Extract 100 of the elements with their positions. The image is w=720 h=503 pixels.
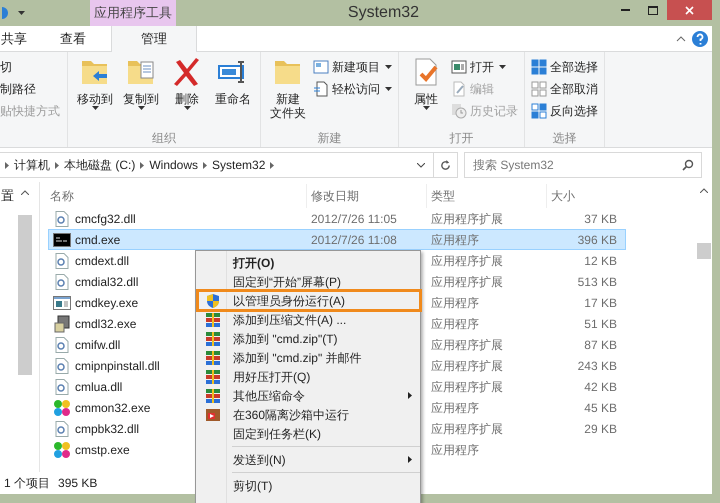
type-cell: 应用程序扩展 xyxy=(431,358,503,372)
breadcrumb[interactable]: System32 xyxy=(212,156,266,174)
shield-icon xyxy=(205,292,221,308)
menu-label: 添加到压缩文件(A) ... xyxy=(232,312,348,328)
ribbon-button[interactable]: 属性 xyxy=(405,56,447,129)
caret-icon xyxy=(499,65,506,69)
ribbon-command[interactable]: 制路径 xyxy=(0,80,67,98)
ribbon-command[interactable]: 反向选择 xyxy=(531,102,598,120)
file-name[interactable]: cmcfg32.dll xyxy=(75,210,136,228)
file-name[interactable]: cmdl32.exe xyxy=(75,314,136,332)
caret-icon xyxy=(18,11,25,15)
size-cell: 51 KB xyxy=(584,316,617,330)
menu-item[interactable]: 添加到压缩文件(A) ... xyxy=(198,310,420,329)
ribbon-tab[interactable]: 管理 xyxy=(111,26,197,52)
ribbon-button[interactable]: 重命名 xyxy=(212,56,254,129)
menu-label: 固定到任务栏(K) xyxy=(232,426,322,442)
scroll-thumb[interactable] xyxy=(18,215,32,375)
file-name[interactable]: cmdial32.dll xyxy=(75,272,138,290)
caret-icon xyxy=(184,106,190,110)
column-header[interactable]: 类型 xyxy=(426,184,546,208)
caret-icon xyxy=(138,106,144,110)
archive-icon xyxy=(206,388,220,402)
menu-label: 固定到“开始”屏幕(P) xyxy=(232,274,342,290)
type-cell: 应用程序 xyxy=(431,296,479,310)
size-cell: 37 KB xyxy=(584,212,617,226)
ribbon-command[interactable]: 打开 xyxy=(451,58,518,76)
gear-file-icon xyxy=(55,420,69,436)
close-icon xyxy=(685,6,694,14)
selected-row[interactable]: cmd.exe 2012/7/26 11:08 应用程序 396 KB xyxy=(48,229,626,250)
file-name[interactable]: cmstp.exe xyxy=(75,440,130,458)
menu-item[interactable]: 其他压缩命令 xyxy=(198,386,420,405)
select-all-icon xyxy=(531,59,547,75)
caret-icon xyxy=(385,87,392,91)
search-field[interactable]: 搜索 System32 xyxy=(464,152,702,178)
menu-label: 其他压缩命令 xyxy=(232,388,306,404)
caret-icon xyxy=(92,106,98,110)
menu-item[interactable]: 发送到(N) xyxy=(198,450,420,469)
menu-item[interactable]: 剪切(T) xyxy=(198,476,420,495)
column-header[interactable]: 大小 xyxy=(546,184,626,208)
scroll-up-icon xyxy=(700,188,708,193)
menu-item[interactable]: 用好压打开(Q) xyxy=(198,367,420,386)
type-cell: 应用程序扩展 xyxy=(431,380,503,394)
chevron-icon xyxy=(203,162,208,168)
ribbon-button[interactable]: 新建 文件夹 xyxy=(267,56,309,129)
gear-file-icon xyxy=(55,378,69,394)
window-icon xyxy=(451,59,467,75)
ribbon-command[interactable]: 切 xyxy=(0,58,67,76)
size-cell: 243 KB xyxy=(578,358,617,372)
type-cell: 应用程序扩展 xyxy=(431,338,503,352)
close-button[interactable] xyxy=(667,0,712,20)
menu-item[interactable]: 在360隔离沙箱中运行 xyxy=(198,405,420,424)
nav-item[interactable]: 置 xyxy=(0,186,16,472)
chevron-icon xyxy=(270,162,274,168)
menu-item[interactable]: 固定到任务栏(K) xyxy=(198,424,420,443)
size-cell: 396 KB xyxy=(578,232,617,246)
column-header[interactable]: 名称 xyxy=(48,184,306,208)
file-name[interactable]: cmpbk32.dll xyxy=(75,420,140,438)
ribbon-command[interactable]: 全部取消 xyxy=(531,80,598,98)
ribbon-command[interactable]: 新建项目 xyxy=(313,58,392,76)
breadcrumb[interactable]: 计算机 xyxy=(14,156,50,174)
ribbon-command[interactable]: 全部选择 xyxy=(531,58,598,76)
ribbon-button[interactable]: 复制到 xyxy=(120,56,162,129)
breadcrumb[interactable]: Windows xyxy=(149,156,198,174)
window-title: System32 xyxy=(348,3,420,23)
menu-item[interactable]: 添加到 "cmd.zip" 并邮件 xyxy=(198,348,420,367)
archive-icon xyxy=(206,332,220,346)
menu-item[interactable]: 打开(O) xyxy=(198,253,420,272)
file-name[interactable]: cmmon32.exe xyxy=(75,398,150,416)
date-cell: 2012/7/26 11:08 xyxy=(311,232,397,246)
ribbon-command[interactable]: 轻松访问 xyxy=(313,80,392,98)
ribbon-button[interactable]: 删除 xyxy=(166,56,208,129)
caret-icon xyxy=(385,65,392,69)
menu-label: 发送到(N) xyxy=(232,452,287,468)
group-label: 组织 xyxy=(152,130,176,147)
file-name[interactable]: cmlua.dll xyxy=(75,378,122,396)
ribbon-button[interactable]: 移动到 xyxy=(74,56,116,129)
clock-icon xyxy=(451,103,467,119)
menu-label: 用好压打开(Q) xyxy=(232,368,312,386)
column-header[interactable]: 修改日期 xyxy=(306,184,426,208)
type-cell: 应用程序扩展 xyxy=(431,274,503,288)
type-cell: 应用程序扩展 xyxy=(431,254,503,268)
file-name[interactable]: cmdkey.exe xyxy=(75,294,138,312)
menu-item[interactable]: 添加到 "cmd.zip"(T) xyxy=(198,329,420,348)
archive-icon xyxy=(206,350,220,364)
file-name[interactable]: cmd.exe xyxy=(75,230,120,248)
file-name[interactable]: cmifw.dll xyxy=(75,336,120,354)
size-cell: 17 KB xyxy=(584,296,617,310)
scroll-thumb[interactable] xyxy=(696,243,710,259)
edit-icon xyxy=(451,81,467,97)
menu-item[interactable]: 固定到“开始”屏幕(P) xyxy=(198,272,420,291)
gear-file-icon xyxy=(55,274,69,290)
status-size: 395 KB xyxy=(58,475,98,492)
menu-label: 以管理员身份运行(A) xyxy=(232,292,346,310)
new-item-icon xyxy=(313,59,329,75)
menu-item[interactable]: 以管理员身份运行(A) xyxy=(198,291,420,310)
menu-label: 打开(O) xyxy=(232,254,276,272)
file-name[interactable]: cmipnpinstall.dll xyxy=(75,356,160,374)
file-name[interactable]: cmdext.dll xyxy=(75,252,130,270)
select-none-icon xyxy=(531,81,547,97)
breadcrumb[interactable]: 本地磁盘 (C:) xyxy=(64,156,136,174)
